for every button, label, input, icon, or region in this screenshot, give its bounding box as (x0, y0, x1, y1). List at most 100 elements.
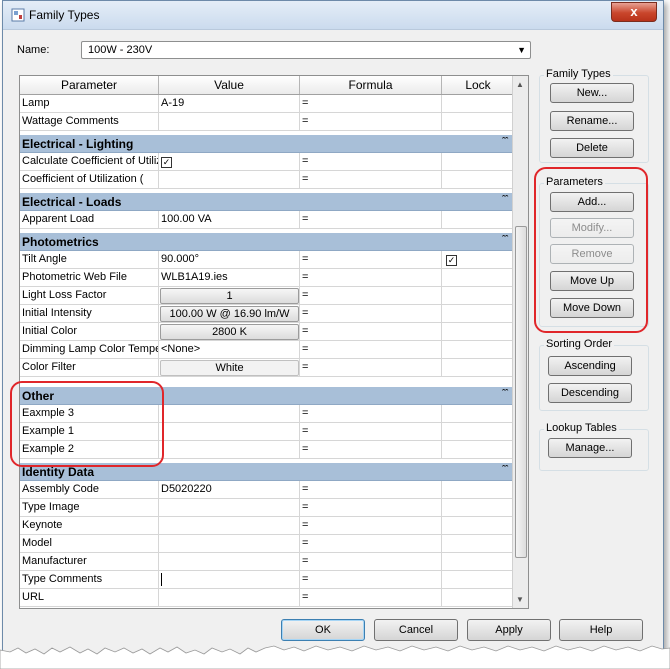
param-formula[interactable]: = (300, 287, 442, 304)
param-value[interactable]: <None> (159, 341, 300, 358)
table-row[interactable]: Coefficient of Utilization ( = (20, 171, 514, 189)
category-photometrics[interactable]: Photometrics ˆˆ (20, 233, 514, 251)
param-formula[interactable]: = (300, 269, 442, 286)
param-formula[interactable]: = (300, 589, 442, 606)
collapse-icon[interactable]: ˆˆ (502, 194, 508, 204)
param-lock[interactable] (442, 481, 514, 498)
collapse-icon[interactable]: ˆˆ (502, 464, 508, 474)
param-value[interactable] (159, 589, 300, 606)
param-formula[interactable]: = (300, 251, 442, 268)
param-lock[interactable] (442, 553, 514, 570)
param-value[interactable] (159, 517, 300, 534)
param-formula[interactable]: = (300, 535, 442, 552)
param-lock[interactable] (442, 535, 514, 552)
param-lock[interactable] (442, 571, 514, 588)
param-value[interactable]: 2800 K (159, 323, 300, 340)
descending-button[interactable]: Descending (548, 383, 632, 403)
param-value[interactable] (159, 113, 300, 130)
column-header-lock[interactable]: Lock (442, 76, 514, 94)
title-bar[interactable]: Family Types x (3, 1, 663, 30)
param-lock[interactable] (442, 269, 514, 286)
close-button[interactable]: x (611, 2, 657, 22)
initial-color-button[interactable]: 2800 K (160, 324, 299, 340)
param-value[interactable]: 90.000° (159, 251, 300, 268)
param-lock[interactable] (442, 341, 514, 358)
table-row[interactable]: Model = (20, 535, 514, 553)
param-formula[interactable]: = (300, 405, 442, 422)
grid-scrollbar[interactable]: ▲ ▼ (512, 76, 528, 608)
table-row[interactable]: Apparent Load 100.00 VA = (20, 211, 514, 229)
param-formula[interactable]: = (300, 323, 442, 340)
param-value[interactable] (159, 171, 300, 188)
table-row[interactable]: Initial Color 2800 K = (20, 323, 514, 341)
category-electrical-lighting[interactable]: Electrical - Lighting ˆˆ (20, 135, 514, 153)
param-formula[interactable]: = (300, 341, 442, 358)
name-dropdown[interactable]: 100W - 230V ▼ (81, 41, 531, 59)
scroll-down-icon[interactable]: ▼ (516, 595, 524, 604)
param-formula[interactable]: = (300, 359, 442, 376)
param-lock[interactable] (442, 323, 514, 340)
param-value[interactable]: White (159, 359, 300, 376)
param-value[interactable]: 100.00 VA (159, 211, 300, 228)
param-formula[interactable]: = (300, 171, 442, 188)
collapse-icon[interactable]: ˆˆ (502, 234, 508, 244)
table-row[interactable]: Initial Intensity 100.00 W @ 16.90 lm/W … (20, 305, 514, 323)
param-value[interactable]: 100.00 W @ 16.90 lm/W (159, 305, 300, 322)
param-lock[interactable] (442, 405, 514, 422)
param-lock[interactable] (442, 211, 514, 228)
column-header-value[interactable]: Value (159, 76, 300, 94)
new-type-button[interactable]: New... (550, 83, 634, 103)
param-lock[interactable] (442, 517, 514, 534)
table-row[interactable]: Type Image = (20, 499, 514, 517)
param-value[interactable]: A-19 (159, 95, 300, 112)
scrollbar-thumb[interactable] (515, 226, 527, 558)
param-value[interactable]: 1 (159, 287, 300, 304)
table-row[interactable]: Light Loss Factor 1 = (20, 287, 514, 305)
table-row[interactable]: Manufacturer = (20, 553, 514, 571)
table-row[interactable]: Keynote = (20, 517, 514, 535)
table-row[interactable]: Photometric Web File WLB1A19.ies = (20, 269, 514, 287)
param-lock[interactable] (442, 359, 514, 376)
param-formula[interactable]: = (300, 481, 442, 498)
collapse-icon[interactable]: ˆˆ (502, 388, 508, 398)
param-lock[interactable]: ✓ (442, 251, 514, 268)
param-lock[interactable] (442, 287, 514, 304)
table-row[interactable]: Tilt Angle 90.000° = ✓ (20, 251, 514, 269)
param-value[interactable]: D5020220 (159, 481, 300, 498)
category-electrical-loads[interactable]: Electrical - Loads ˆˆ (20, 193, 514, 211)
param-formula[interactable]: = (300, 517, 442, 534)
rename-type-button[interactable]: Rename... (550, 111, 634, 131)
param-value[interactable] (159, 571, 300, 588)
param-lock[interactable] (442, 305, 514, 322)
param-formula[interactable]: = (300, 211, 442, 228)
table-row[interactable]: Assembly Code D5020220 = (20, 481, 514, 499)
column-header-formula[interactable]: Formula (300, 76, 442, 94)
param-formula[interactable]: = (300, 305, 442, 322)
param-lock[interactable] (442, 499, 514, 516)
collapse-icon[interactable]: ˆˆ (502, 136, 508, 146)
table-row[interactable]: Dimming Lamp Color Temperature Shift <No… (20, 341, 514, 359)
param-value[interactable] (159, 441, 300, 458)
param-value[interactable] (159, 499, 300, 516)
param-value[interactable] (159, 535, 300, 552)
manage-lookup-tables-button[interactable]: Manage... (548, 438, 632, 458)
param-value[interactable]: WLB1A19.ies (159, 269, 300, 286)
param-lock[interactable] (442, 171, 514, 188)
param-value[interactable] (159, 423, 300, 440)
light-loss-factor-button[interactable]: 1 (160, 288, 299, 304)
param-value[interactable]: ✓ (159, 153, 300, 170)
param-formula[interactable]: = (300, 423, 442, 440)
param-lock[interactable] (442, 95, 514, 112)
column-header-parameter[interactable]: Parameter (20, 76, 159, 94)
param-lock[interactable] (442, 423, 514, 440)
param-lock[interactable] (442, 589, 514, 606)
table-row[interactable]: URL = (20, 589, 514, 607)
table-row[interactable]: Lamp A-19 = (20, 95, 514, 113)
table-row[interactable]: Calculate Coefficient of Utilization ✓ = (20, 153, 514, 171)
table-row[interactable]: Color Filter White = (20, 359, 514, 377)
param-formula[interactable]: = (300, 113, 442, 130)
ascending-button[interactable]: Ascending (548, 356, 632, 376)
lock-checkbox-checked-icon[interactable]: ✓ (446, 255, 457, 266)
param-formula[interactable]: = (300, 95, 442, 112)
param-formula[interactable]: = (300, 441, 442, 458)
